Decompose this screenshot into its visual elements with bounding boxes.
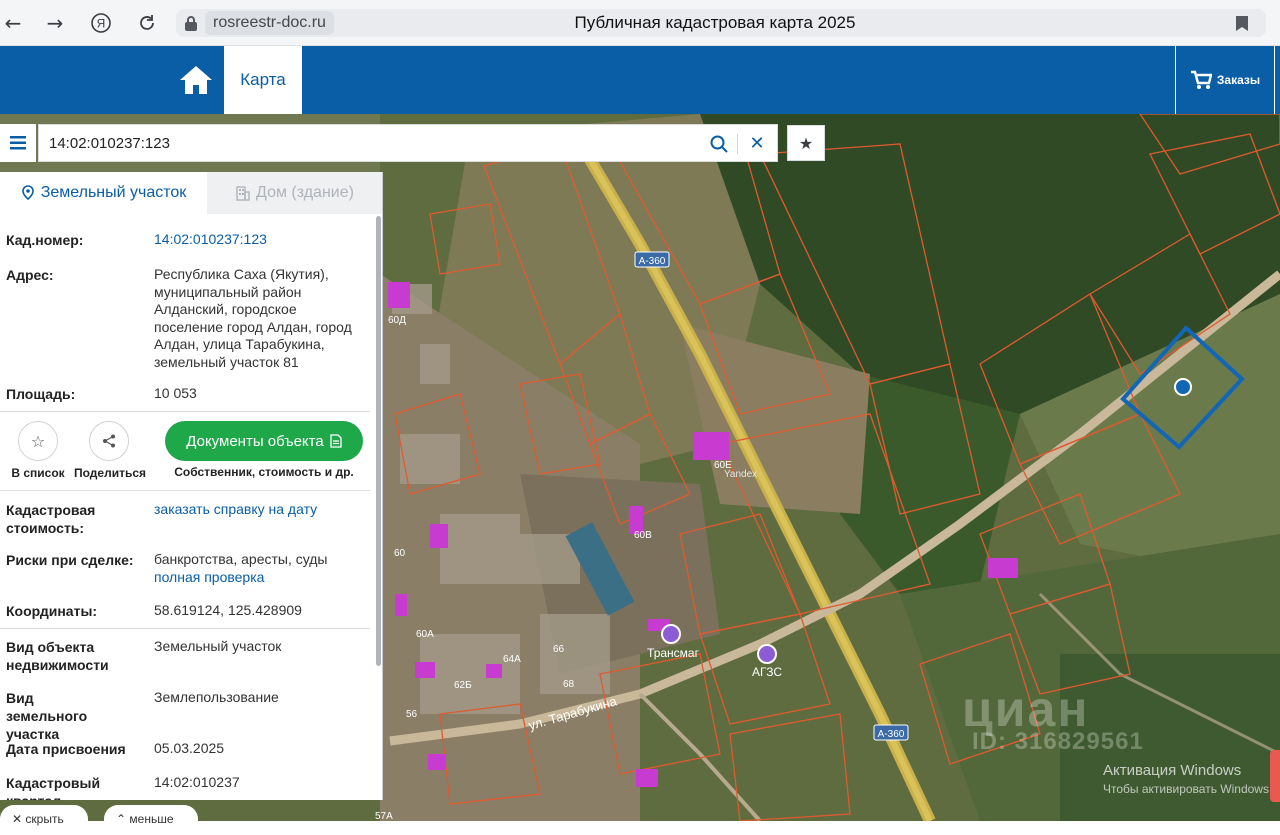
poi-agzs-label: АГЗС	[752, 665, 782, 679]
svg-text:Я: Я	[97, 17, 106, 31]
lock-icon	[184, 15, 198, 31]
map-label-64a: 64А	[503, 654, 521, 665]
quarter-label: Кадастровый квартал	[6, 775, 101, 800]
map-label-60: 60	[394, 548, 406, 559]
share-caption: Поделиться	[74, 466, 147, 480]
panel-tabs: Земельный участок Дом (здание)	[0, 172, 382, 214]
tab-house[interactable]: Дом (здание)	[207, 172, 382, 214]
orders-label: Заказы	[1216, 73, 1261, 87]
hamburger-icon	[10, 136, 26, 150]
object-type-label: Вид объекта недвижимости	[6, 639, 109, 673]
search-separator	[737, 134, 738, 154]
favorite-button[interactable]: ★	[787, 125, 825, 161]
date-label: Дата присвоения	[6, 741, 126, 757]
poi-transmag-label: Трансмаг	[647, 646, 700, 660]
close-icon[interactable]: ✕	[747, 134, 767, 154]
divider	[0, 628, 370, 629]
close-icon: ✕	[12, 812, 23, 826]
date-value: 05.03.2025	[154, 740, 225, 756]
cart-icon	[1190, 70, 1212, 89]
star-icon: ★	[798, 133, 814, 153]
star-outline-icon: ☆	[30, 431, 46, 451]
road-sign-a360-top: А-360	[634, 251, 670, 268]
address-value: Республика Саха (Якутия), муниципальный …	[154, 266, 352, 370]
add-to-list-button[interactable]: ☆	[18, 421, 58, 461]
object-type-value: Земельный участок	[154, 638, 282, 654]
tab-map[interactable]: Карта	[224, 46, 302, 114]
map-label-60d: 60Д	[388, 315, 406, 326]
full-check-link[interactable]: полная проверка	[154, 569, 364, 587]
windows-activation-subtitle: Чтобы активировать Windows	[1103, 782, 1269, 796]
search-box: ✕	[38, 124, 778, 162]
cad-number-label: Кад.номер:	[6, 232, 84, 248]
browser-toolbar: ← → Я rosreestr-doc.ru Публичная кадастр…	[0, 0, 1280, 46]
cad-cost-link[interactable]: заказать справку на дату	[154, 501, 364, 519]
site-header: Карта Заказы	[0, 46, 1280, 114]
less-button[interactable]: ⌃ меньше	[104, 805, 198, 835]
document-icon	[330, 434, 342, 448]
map-label-60a: 60А	[416, 629, 434, 640]
add-to-list-caption: В список	[11, 466, 65, 480]
url-host[interactable]: rosreestr-doc.ru	[205, 11, 334, 35]
road-label-a360-top: А-360	[639, 256, 666, 267]
map-label-56: 56	[406, 709, 418, 720]
page-title: Публичная кадастровая карта 2025	[574, 13, 856, 32]
tab-house-label: Дом (здание)	[256, 184, 354, 201]
map-label-60v: 60В	[634, 530, 652, 541]
map-label-68: 68	[563, 679, 575, 690]
orders-button[interactable]: Заказы	[1175, 46, 1275, 114]
tab-land-label: Земельный участок	[40, 184, 187, 201]
hide-label: скрыть	[25, 812, 64, 826]
address-label: Адрес:	[6, 267, 54, 283]
road-sign-a360-bottom: А-360	[873, 724, 909, 741]
share-icon	[103, 434, 115, 448]
documents-label: Документы объекта	[186, 432, 324, 450]
panel-scrollbar[interactable]	[376, 216, 381, 666]
risks-value: банкротства, аресты, суды	[154, 551, 328, 567]
info-panel: Земельный участок Дом (здание) Кад.номер…	[0, 172, 383, 800]
map-label-66: 66	[553, 644, 565, 655]
coords-value: 58.619124, 125.428909	[154, 602, 302, 618]
listing-id-watermark: ID: 316829561	[972, 728, 1144, 755]
documents-caption: Собственник, стоимость и др.	[174, 465, 354, 479]
map-marker-icon[interactable]	[1174, 378, 1192, 396]
quarter-value: 14:02:010237	[154, 774, 240, 790]
search-icon[interactable]	[709, 134, 729, 154]
share-button[interactable]	[89, 421, 129, 461]
home-icon	[180, 66, 212, 94]
windows-activation-title: Активация Windows	[1103, 762, 1242, 779]
yandex-icon[interactable]: Я	[88, 10, 114, 36]
home-button[interactable]	[170, 46, 222, 114]
area-label: Площадь:	[6, 386, 76, 402]
road-label-a360-bottom: А-360	[878, 729, 905, 740]
hide-panel-button[interactable]: ✕ скрыть	[0, 805, 88, 835]
reload-icon[interactable]	[134, 10, 160, 36]
map-pin-icon	[21, 185, 34, 201]
risks-label: Риски при сделке:	[6, 552, 134, 568]
building-icon	[236, 185, 250, 201]
back-arrow-icon[interactable]: ←	[0, 10, 26, 36]
cad-number-value[interactable]: 14:02:010237:123	[154, 231, 364, 249]
documents-button[interactable]: Документы объекта	[165, 421, 363, 461]
chevron-up-icon: ⌃	[116, 812, 127, 826]
cad-cost-label: Кадастровая стоимость:	[6, 502, 96, 536]
land-type-label: Вид земельного участка	[6, 690, 88, 742]
menu-button[interactable]	[0, 124, 36, 162]
forward-arrow-icon[interactable]: →	[42, 10, 68, 36]
map-label-62b: 62Б	[454, 680, 472, 691]
land-type-value: Землепользование	[154, 689, 279, 705]
coords-label: Координаты:	[6, 603, 98, 619]
bookmark-icon[interactable]	[1235, 15, 1249, 32]
notification-badge	[1270, 750, 1280, 802]
less-label: меньше	[129, 812, 174, 826]
tab-land-plot[interactable]: Земельный участок	[0, 172, 207, 214]
area-value: 10 053	[154, 385, 197, 401]
map-label-60e: 60Е	[714, 460, 732, 471]
divider	[0, 411, 370, 412]
map-label-57a: 57А	[375, 811, 393, 821]
search-input[interactable]	[49, 125, 689, 161]
divider	[0, 490, 370, 491]
